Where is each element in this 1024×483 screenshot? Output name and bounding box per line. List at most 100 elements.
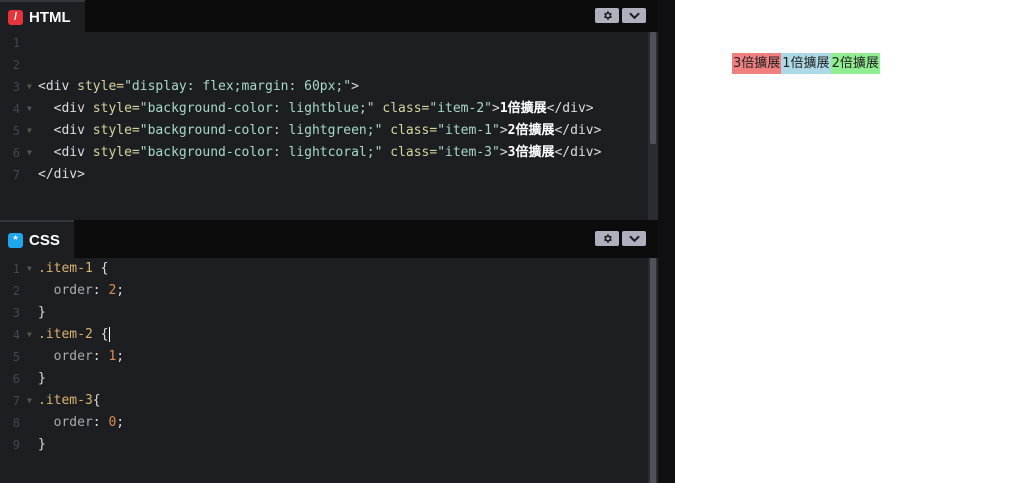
css-badge-icon: *: [8, 232, 23, 248]
code-token: }: [38, 305, 46, 320]
tab-css[interactable]: * CSS: [0, 220, 74, 258]
code-text: .item-3{: [38, 390, 101, 412]
code-line[interactable]: 1 ▼ .item-1 {: [0, 258, 648, 280]
line-number: 4: [12, 328, 20, 342]
tab-html[interactable]: / HTML: [0, 0, 85, 32]
code-editor: / HTML 1 2 3 ▼ <div style="display: flex;mar…: [0, 0, 658, 483]
css-settings-button[interactable]: [595, 231, 619, 246]
html-badge-icon: /: [8, 9, 23, 25]
code-line[interactable]: 5 order: 1;: [0, 346, 648, 368]
code-token: :: [92, 349, 109, 364]
fold-arrow-icon[interactable]: ▼: [27, 258, 32, 280]
html-editor-pane: / HTML 1 2 3 ▼ <div style="display: flex;mar…: [0, 0, 658, 220]
tab-css-label: CSS: [29, 231, 60, 249]
code-text: order: 2;: [38, 280, 124, 302]
code-line[interactable]: 7 ▼ .item-3{: [0, 390, 648, 412]
code-token: style=: [77, 79, 125, 94]
code-text: .item-1 {: [38, 258, 108, 280]
code-line[interactable]: 6}: [0, 368, 648, 390]
code-text: <div style="display: flex;margin: 60px;"…: [38, 76, 359, 98]
code-token: .item-1: [38, 261, 101, 276]
flex-item: 3倍擴展: [732, 53, 782, 74]
line-number: 6: [12, 372, 20, 386]
line-number: 3: [12, 80, 20, 94]
code-token: {: [100, 327, 109, 342]
code-line[interactable]: 3}: [0, 302, 648, 324]
code-token: >: [351, 79, 359, 94]
code-token: {: [92, 393, 101, 408]
code-line[interactable]: 4 ▼ .item-2 {: [0, 324, 648, 346]
fold-arrow-icon[interactable]: ▼: [27, 120, 32, 142]
code-token: class=: [382, 123, 438, 138]
code-token: 1倍擴展: [499, 101, 547, 116]
css-code-area[interactable]: 1 ▼ .item-1 {2 order: 2; 3} 4 ▼ .item-2 {5 ord…: [0, 258, 648, 483]
css-collapse-button[interactable]: [622, 231, 646, 246]
code-token: 3倍擴展: [507, 145, 555, 160]
code-token: "background-color: lightgreen;": [139, 123, 383, 138]
code-line[interactable]: 5 ▼ <div style="background-color: lightgr…: [0, 120, 648, 142]
code-token: >: [492, 101, 500, 116]
code-token: :: [92, 415, 109, 430]
line-number: 8: [12, 416, 20, 430]
fold-arrow-icon[interactable]: ▼: [27, 390, 32, 412]
code-token: style=: [92, 101, 140, 116]
html-scrollbar[interactable]: [648, 32, 658, 220]
code-token: .item-2: [38, 327, 101, 342]
code-token: "background-color: lightcoral;": [139, 145, 383, 160]
css-scroll-thumb[interactable]: [650, 258, 656, 483]
code-token: "item-2": [429, 101, 492, 116]
code-token: <div: [38, 145, 93, 160]
code-text: </div>: [38, 164, 85, 186]
code-line[interactable]: 2: [0, 54, 648, 76]
code-line[interactable]: 6 ▼ <div style="background-color: lightco…: [0, 142, 648, 164]
html-collapse-button[interactable]: [622, 8, 646, 23]
html-code-area[interactable]: 1 2 3 ▼ <div style="display: flex;margin: 60…: [0, 32, 648, 220]
code-token: {: [100, 261, 109, 276]
line-number: 1: [12, 36, 20, 50]
pane-resizer[interactable]: [658, 0, 675, 483]
code-token: <div: [38, 101, 93, 116]
flex-item: 1倍擴展: [781, 53, 831, 74]
code-token: class=: [374, 101, 430, 116]
code-line[interactable]: 9}: [0, 434, 648, 456]
flex-container-preview: 3倍擴展 1倍擴展 2倍擴展: [732, 53, 880, 74]
line-number: 3: [12, 306, 20, 320]
code-line[interactable]: 4 ▼ <div style="background-color: lightbl…: [0, 98, 648, 120]
code-token: }: [38, 371, 46, 386]
code-token: .item-3: [38, 393, 93, 408]
code-token: "background-color: lightblue;": [139, 101, 375, 116]
css-scrollbar[interactable]: [648, 258, 658, 483]
fold-arrow-icon[interactable]: ▼: [27, 142, 32, 164]
line-number: 7: [12, 168, 20, 182]
code-token: "item-1": [437, 123, 500, 138]
code-text: }: [38, 434, 46, 456]
code-token: order: [38, 283, 93, 298]
code-token: <div: [38, 123, 93, 138]
line-number: 5: [12, 124, 20, 138]
fold-arrow-icon[interactable]: ▼: [27, 76, 32, 98]
line-number: 2: [12, 284, 20, 298]
code-text: }: [38, 302, 46, 324]
code-line[interactable]: 2 order: 2;: [0, 280, 648, 302]
code-line[interactable]: 8 order: 0;: [0, 412, 648, 434]
code-token: </div>: [546, 101, 594, 116]
code-text: order: 0;: [38, 412, 124, 434]
code-text: order: 1;: [38, 346, 124, 368]
code-text: .item-2 {: [38, 324, 111, 346]
code-line[interactable]: 7 </div>: [0, 164, 648, 186]
code-token: "item-3": [437, 145, 500, 160]
code-token: "display: flex;margin: 60px;": [124, 79, 352, 94]
code-text: <div style="background-color: lightcoral…: [38, 142, 602, 164]
code-token: </div>: [554, 145, 602, 160]
html-scroll-thumb[interactable]: [650, 32, 656, 144]
flex-item: 2倍擴展: [830, 53, 880, 74]
line-number: 9: [12, 438, 20, 452]
code-line[interactable]: 3 ▼ <div style="display: flex;margin: 60px…: [0, 76, 648, 98]
code-token: ;: [116, 415, 125, 430]
code-token: </div>: [38, 167, 85, 182]
code-line[interactable]: 1: [0, 32, 648, 54]
fold-arrow-icon[interactable]: ▼: [27, 98, 32, 120]
line-number: 6: [12, 146, 20, 160]
fold-arrow-icon[interactable]: ▼: [27, 324, 32, 346]
html-settings-button[interactable]: [595, 8, 619, 23]
